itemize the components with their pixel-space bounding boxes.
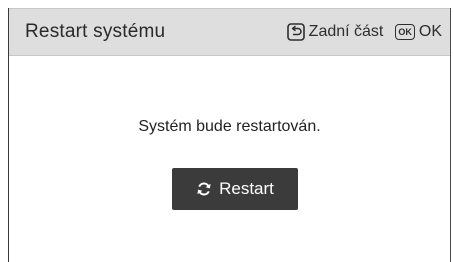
dialog-title: Restart systému <box>25 21 166 42</box>
back-icon <box>286 23 305 41</box>
dialog-message: Systém bude restartován. <box>138 118 321 135</box>
refresh-icon <box>196 181 212 197</box>
restart-dialog: Restart systému Zadní část OK OK Systém … <box>8 8 451 262</box>
ok-hint-label: OK <box>418 23 442 40</box>
dialog-header: Restart systému Zadní část OK OK <box>9 8 450 56</box>
screen: Restart systému Zadní část OK OK Systém … <box>0 0 454 262</box>
back-hint-label: Zadní část <box>308 23 384 40</box>
ok-key-icon: OK <box>395 24 415 40</box>
restart-button[interactable]: Restart <box>172 168 298 210</box>
restart-button-label: Restart <box>219 179 274 198</box>
ok-hint[interactable]: OK OK <box>395 23 442 41</box>
key-hints: Zadní část OK OK <box>286 21 442 43</box>
back-hint[interactable]: Zadní část <box>286 23 384 41</box>
